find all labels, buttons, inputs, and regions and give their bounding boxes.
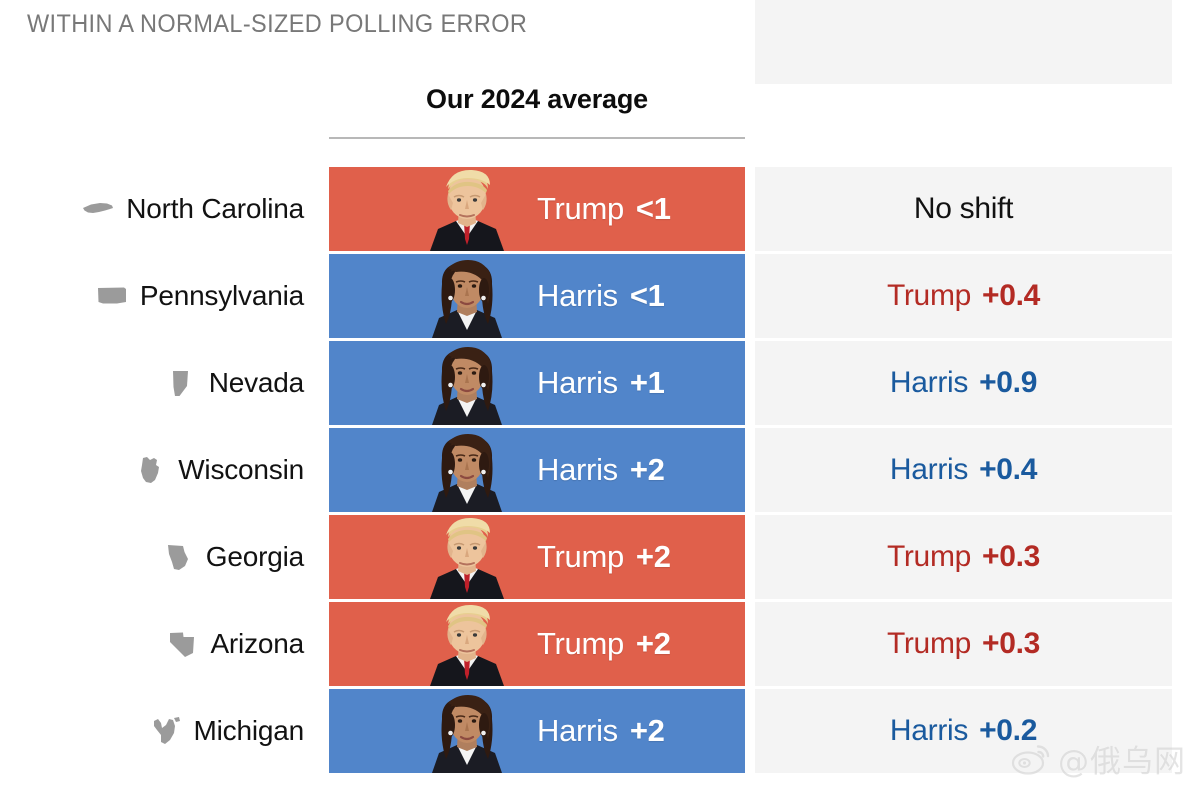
arizona-icon bbox=[165, 627, 199, 661]
north-carolina-icon bbox=[81, 192, 115, 226]
shift-label: No shift bbox=[914, 192, 1013, 225]
table-row: Nevada Harris +1 Harris +0.9 bbox=[0, 341, 1200, 425]
state-cell: Arizona bbox=[0, 602, 312, 686]
state-label: Georgia bbox=[206, 541, 304, 573]
state-cell: Michigan bbox=[0, 689, 312, 773]
page-title: WITHIN A NORMAL-SIZED POLLING ERROR bbox=[27, 10, 527, 39]
shift-value: +0.4 bbox=[979, 453, 1037, 486]
state-cell: Pennsylvania bbox=[0, 254, 312, 338]
average-bar[interactable]: Trump +2 bbox=[329, 515, 745, 599]
average-text: Harris +1 bbox=[537, 365, 665, 401]
harris-portrait-icon bbox=[412, 254, 522, 338]
michigan-icon bbox=[149, 714, 183, 748]
shift-candidate: Harris bbox=[890, 453, 968, 486]
average-bar[interactable]: Harris +2 bbox=[329, 689, 745, 773]
average-bar[interactable]: Harris <1 bbox=[329, 254, 745, 338]
shift-text: Harris +0.4 bbox=[890, 453, 1037, 487]
shift-value: +0.4 bbox=[982, 279, 1040, 312]
average-value: +2 bbox=[636, 626, 671, 661]
state-cell: Wisconsin bbox=[0, 428, 312, 512]
shift-value: +0.3 bbox=[982, 627, 1040, 660]
table-row: Arizona Trump +2 Trump +0.3 bbox=[0, 602, 1200, 686]
shift-cell[interactable]: Harris +0.2 bbox=[755, 689, 1172, 773]
shift-cell[interactable]: Harris +0.4 bbox=[755, 428, 1172, 512]
state-label: Wisconsin bbox=[178, 454, 304, 486]
average-text: Trump +2 bbox=[537, 539, 671, 575]
average-candidate: Harris bbox=[537, 365, 618, 400]
average-value: +2 bbox=[630, 713, 665, 748]
state-cell: Georgia bbox=[0, 515, 312, 599]
average-value: +2 bbox=[630, 452, 665, 487]
average-text: Harris +2 bbox=[537, 452, 665, 488]
state-label: Arizona bbox=[210, 628, 304, 660]
harris-portrait-icon bbox=[412, 428, 522, 512]
shift-text: No shift bbox=[914, 192, 1013, 226]
trump-portrait-icon bbox=[412, 515, 522, 599]
shift-cell[interactable]: No shift bbox=[755, 167, 1172, 251]
shift-cell[interactable]: Trump +0.3 bbox=[755, 602, 1172, 686]
state-cell: North Carolina bbox=[0, 167, 312, 251]
shift-candidate: Trump bbox=[887, 627, 971, 660]
shift-value: +0.9 bbox=[979, 366, 1037, 399]
average-candidate: Harris bbox=[537, 713, 618, 748]
shift-value: +0.2 bbox=[979, 714, 1037, 747]
wisconsin-icon bbox=[133, 453, 167, 487]
average-text: Trump <1 bbox=[537, 191, 671, 227]
shift-candidate: Harris bbox=[890, 366, 968, 399]
shift-value: +0.3 bbox=[982, 540, 1040, 573]
average-candidate: Trump bbox=[537, 191, 624, 226]
trump-portrait-icon bbox=[412, 167, 522, 251]
nevada-icon bbox=[164, 366, 198, 400]
table-row: Georgia Trump +2 Trump +0.3 bbox=[0, 515, 1200, 599]
trump-portrait-icon bbox=[412, 602, 522, 686]
shift-candidate: Trump bbox=[887, 540, 971, 573]
shift-text: Harris +0.9 bbox=[890, 366, 1037, 400]
state-label: Nevada bbox=[209, 367, 304, 399]
average-candidate: Harris bbox=[537, 278, 618, 313]
average-text: Trump +2 bbox=[537, 626, 671, 662]
shift-cell[interactable]: Trump +0.3 bbox=[755, 515, 1172, 599]
average-value: +2 bbox=[636, 539, 671, 574]
header-rule-average bbox=[329, 137, 745, 139]
average-value: <1 bbox=[630, 278, 665, 313]
state-label: North Carolina bbox=[126, 193, 304, 225]
shift-text: Trump +0.3 bbox=[887, 627, 1040, 661]
average-bar[interactable]: Harris +2 bbox=[329, 428, 745, 512]
table-row: Michigan Harris +2 Harris +0.2 bbox=[0, 689, 1200, 773]
average-bar[interactable]: Harris +1 bbox=[329, 341, 745, 425]
poll-table-body: North Carolina Trump <1 No shift Pennsylvani… bbox=[0, 167, 1200, 776]
average-bar[interactable]: Trump +2 bbox=[329, 602, 745, 686]
shift-text: Trump +0.4 bbox=[887, 279, 1040, 313]
column-header-average: Our 2024 average bbox=[329, 84, 745, 115]
state-cell: Nevada bbox=[0, 341, 312, 425]
table-row: North Carolina Trump <1 No shift bbox=[0, 167, 1200, 251]
average-value: +1 bbox=[630, 365, 665, 400]
shift-text: Trump +0.3 bbox=[887, 540, 1040, 574]
harris-portrait-icon bbox=[412, 341, 522, 425]
shift-candidate: Trump bbox=[887, 279, 971, 312]
average-candidate: Trump bbox=[537, 539, 624, 574]
table-row: Pennsylvania Harris <1 Trump +0.4 bbox=[0, 254, 1200, 338]
table-row: Wisconsin Harris +2 Harris +0.4 bbox=[0, 428, 1200, 512]
average-text: Harris <1 bbox=[537, 278, 665, 314]
harris-portrait-icon bbox=[412, 689, 522, 773]
average-bar[interactable]: Trump <1 bbox=[329, 167, 745, 251]
shift-cell[interactable]: Harris +0.9 bbox=[755, 341, 1172, 425]
average-candidate: Trump bbox=[537, 626, 624, 661]
header-rule-shift bbox=[755, 0, 1172, 84]
shift-cell[interactable]: Trump +0.4 bbox=[755, 254, 1172, 338]
shift-candidate: Harris bbox=[890, 714, 968, 747]
average-candidate: Harris bbox=[537, 452, 618, 487]
average-value: <1 bbox=[636, 191, 671, 226]
pennsylvania-icon bbox=[95, 279, 129, 313]
shift-text: Harris +0.2 bbox=[890, 714, 1037, 748]
georgia-icon bbox=[161, 540, 195, 574]
state-label: Michigan bbox=[194, 715, 304, 747]
average-text: Harris +2 bbox=[537, 713, 665, 749]
state-label: Pennsylvania bbox=[140, 280, 304, 312]
